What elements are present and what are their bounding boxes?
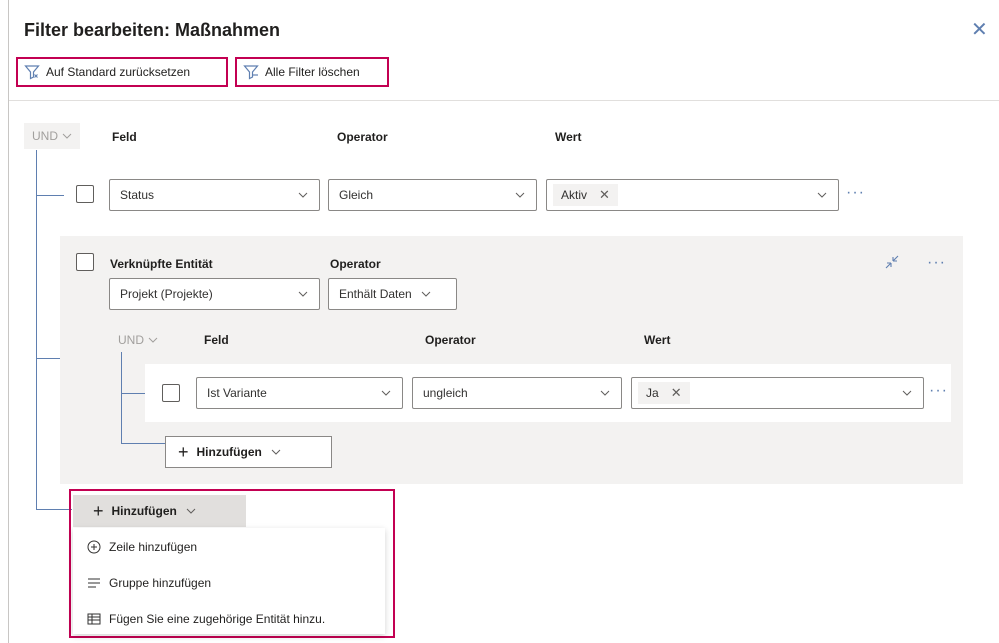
nested-logic-dropdown[interactable]: UND <box>110 327 166 353</box>
related-entity-dropdown[interactable]: Projekt (Projekte) <box>109 278 320 310</box>
root-tree-line <box>36 150 37 510</box>
nested-tree-line <box>121 352 122 444</box>
row-select-checkbox[interactable] <box>76 185 94 203</box>
nested-operator-header: Operator <box>425 333 476 347</box>
collapse-icon[interactable] <box>884 254 900 270</box>
field-value: Status <box>120 188 155 202</box>
dialog-title: Filter bearbeiten: Maßnahmen <box>24 20 281 40</box>
filter-clear-icon <box>243 65 259 80</box>
close-icon[interactable]: ✕ <box>971 20 988 40</box>
value-tag: Ja ✕ <box>638 382 690 404</box>
nested-tree-branch <box>121 443 165 444</box>
filter-reset-icon <box>24 65 40 80</box>
nested-add-label: Hinzufügen <box>196 445 262 459</box>
chevron-down-icon <box>421 291 431 297</box>
nested-row-more-icon[interactable]: ··· <box>929 383 948 399</box>
header-divider <box>9 100 999 101</box>
value-tag-label: Aktiv <box>561 188 588 202</box>
root-tree-branch <box>36 509 72 510</box>
root-operator-header: Operator <box>337 130 388 144</box>
add-menu: Zeile hinzufügen Gruppe hinzufügen Fügen… <box>73 528 385 634</box>
related-operator-value: Enthält Daten <box>339 287 412 301</box>
root-tree-branch <box>36 358 60 359</box>
value-tag-label: Ja <box>646 386 659 400</box>
nested-field-value: Ist Variante <box>207 386 267 400</box>
row-more-icon[interactable]: ··· <box>846 185 865 201</box>
nested-value-header: Wert <box>644 333 671 347</box>
chevron-down-icon <box>515 192 525 198</box>
reset-label: Auf Standard zurücksetzen <box>46 65 191 79</box>
nested-value-dropdown[interactable]: Ja ✕ <box>631 377 924 409</box>
related-entity-icon <box>87 613 101 625</box>
menu-item-label: Gruppe hinzufügen <box>109 576 212 590</box>
value-tag: Aktiv ✕ <box>553 184 618 206</box>
clear-all-filters-button[interactable]: Alle Filter löschen <box>235 57 389 87</box>
menu-item-add-related-entity[interactable]: Fügen Sie eine zugehörige Entität hinzu. <box>87 612 325 626</box>
operator-value: Gleich <box>339 188 374 202</box>
group-more-icon[interactable]: ··· <box>927 255 946 271</box>
root-logic-label: UND <box>32 129 58 143</box>
root-add-label: Hinzufügen <box>111 504 177 518</box>
reset-to-default-button[interactable]: Auf Standard zurücksetzen <box>16 57 228 87</box>
root-value-header: Wert <box>555 130 582 144</box>
chevron-down-icon <box>62 133 72 139</box>
related-entity-value: Projekt (Projekte) <box>120 287 213 301</box>
field-dropdown[interactable]: Status <box>109 179 320 211</box>
chevron-down-icon <box>902 390 912 396</box>
root-logic-dropdown[interactable]: UND <box>24 123 80 149</box>
nested-operator-value: ungleich <box>423 386 468 400</box>
related-entity-header: Verknüpfte Entität <box>110 257 213 271</box>
related-operator-dropdown[interactable]: Enthält Daten <box>328 278 457 310</box>
chevron-down-icon <box>298 192 308 198</box>
nested-field-header: Feld <box>204 333 229 347</box>
chevron-down-icon <box>817 192 827 198</box>
related-operator-header: Operator <box>330 257 381 271</box>
menu-item-label: Zeile hinzufügen <box>109 540 198 554</box>
menu-item-label: Fügen Sie eine zugehörige Entität hinzu. <box>109 612 326 626</box>
chevron-down-icon <box>381 390 391 396</box>
root-add-button[interactable]: + Hinzufügen <box>73 495 246 527</box>
plus-icon: + <box>93 501 104 521</box>
nested-field-dropdown[interactable]: Ist Variante <box>196 377 403 409</box>
menu-item-add-group[interactable]: Gruppe hinzufügen <box>87 576 211 590</box>
remove-tag-icon[interactable]: ✕ <box>671 385 682 401</box>
clear-label: Alle Filter löschen <box>265 65 360 79</box>
group-select-checkbox[interactable] <box>76 253 94 271</box>
chevron-down-icon <box>271 449 281 455</box>
chevron-down-icon <box>186 508 196 514</box>
chevron-down-icon <box>148 337 158 343</box>
root-tree-branch <box>36 195 64 196</box>
operator-dropdown[interactable]: Gleich <box>328 179 537 211</box>
nested-operator-dropdown[interactable]: ungleich <box>412 377 622 409</box>
plus-icon: + <box>178 442 189 462</box>
group-list-icon <box>88 578 100 588</box>
value-dropdown[interactable]: Aktiv ✕ <box>546 179 839 211</box>
remove-tag-icon[interactable]: ✕ <box>599 187 610 203</box>
nested-logic-label: UND <box>118 333 144 347</box>
add-circle-icon <box>87 540 101 554</box>
nested-add-button[interactable]: + Hinzufügen <box>165 436 332 468</box>
chevron-down-icon <box>600 390 610 396</box>
chevron-down-icon <box>298 291 308 297</box>
root-field-header: Feld <box>112 130 137 144</box>
menu-item-add-row[interactable]: Zeile hinzufügen <box>87 540 197 554</box>
nested-row-checkbox[interactable] <box>162 384 180 402</box>
